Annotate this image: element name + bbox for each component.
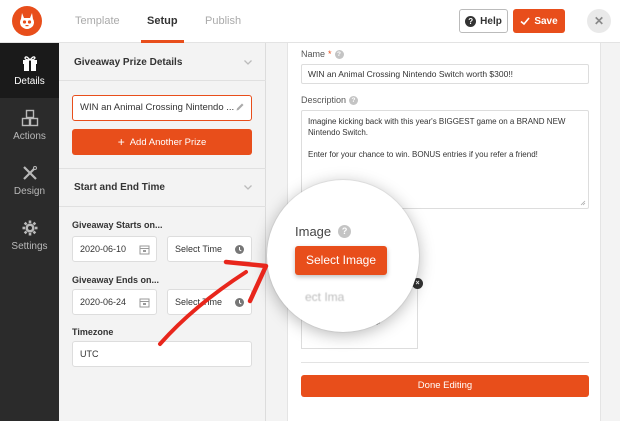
tab-setup[interactable]: Setup	[141, 0, 184, 43]
gift-icon	[22, 56, 37, 71]
help-icon[interactable]: ?	[334, 49, 344, 59]
sidebar-item-actions[interactable]: Actions	[0, 98, 59, 153]
app-logo[interactable]	[12, 6, 42, 36]
start-time-input[interactable]: Select Time	[167, 236, 252, 262]
clock-icon	[235, 298, 244, 307]
help-icon[interactable]: ?	[349, 95, 359, 105]
time-section-title: Start and End Time	[74, 182, 165, 193]
add-prize-label: Add Another Prize	[129, 136, 207, 148]
tab-template[interactable]: Template	[75, 0, 120, 43]
plus-icon: +	[117, 135, 125, 149]
timezone-label: Timezone	[72, 327, 114, 337]
calendar-icon	[139, 245, 150, 255]
select-image-button[interactable]: Select Image	[295, 246, 387, 275]
end-date-input[interactable]: 2020-06-24	[72, 289, 157, 315]
name-label-row: Name * ?	[301, 49, 344, 59]
end-date-value: 2020-06-24	[80, 297, 127, 307]
end-time-input[interactable]: Select Time	[167, 289, 252, 315]
sidebar-item-label: Actions	[13, 131, 46, 142]
name-label: Name	[301, 49, 326, 59]
starts-label: Giveaway Starts on...	[72, 220, 163, 230]
sidebar-item-label: Design	[13, 186, 46, 197]
rocket-mascot-icon	[20, 13, 34, 29]
sidebar-item-details[interactable]: Details	[0, 43, 59, 98]
design-tools-icon	[22, 166, 37, 180]
name-input[interactable]: WIN an Animal Crossing Nintendo Switch w…	[301, 64, 589, 84]
divider	[59, 168, 266, 169]
prize-input[interactable]: WIN an Animal Crossing Nintendo ...	[72, 95, 252, 121]
image-label-row: Image ?	[295, 224, 352, 239]
add-prize-button[interactable]: + Add Another Prize	[72, 129, 252, 155]
sidebar-item-design[interactable]: Design	[0, 153, 59, 208]
question-circle-icon: ?	[465, 15, 477, 27]
start-date-input[interactable]: 2020-06-10	[72, 236, 157, 262]
checkmark-icon	[520, 17, 530, 26]
sidebar-item-settings[interactable]: Settings	[0, 208, 59, 263]
sidebar-item-label: Settings	[11, 241, 48, 252]
end-time-placeholder: Select Time	[175, 297, 223, 307]
chevron-down-icon[interactable]	[243, 57, 253, 67]
image-label: Image	[295, 224, 332, 239]
ends-label: Giveaway Ends on...	[72, 275, 160, 285]
description-paragraph: Imagine kicking back with this year's BI…	[308, 117, 566, 137]
start-time-placeholder: Select Time	[175, 244, 223, 254]
cubes-icon	[21, 109, 38, 127]
thumbnail-ghost-text: ect Ima	[305, 290, 345, 304]
sidebar-item-label: Details	[14, 76, 45, 87]
top-bar: Template Setup Publish ? Help Save ✕	[0, 0, 620, 43]
save-button[interactable]: Save	[513, 9, 565, 33]
prize-input-value: WIN an Animal Crossing Nintendo ...	[80, 102, 235, 113]
divider	[301, 362, 589, 363]
clock-icon	[235, 245, 244, 254]
prize-section-title: Giveaway Prize Details	[74, 57, 183, 68]
required-mark: *	[328, 49, 332, 59]
pencil-icon[interactable]	[235, 102, 245, 112]
help-button-label: Help	[480, 15, 502, 27]
start-date-value: 2020-06-10	[80, 244, 127, 254]
calendar-icon	[139, 298, 150, 308]
divider	[59, 80, 266, 81]
description-paragraph: Enter for your chance to win. BONUS entr…	[308, 150, 538, 159]
name-input-value: WIN an Animal Crossing Nintendo Switch w…	[308, 69, 514, 79]
chevron-down-icon[interactable]	[243, 182, 253, 192]
magnifier-callout: Image ? Select Image ect Ima	[267, 180, 419, 332]
save-button-label: Save	[534, 15, 558, 27]
done-editing-button[interactable]: Done Editing	[301, 375, 589, 397]
timezone-select[interactable]: UTC	[72, 341, 252, 367]
tab-publish[interactable]: Publish	[205, 0, 241, 43]
settings-panel: Giveaway Prize Details WIN an Animal Cro…	[59, 43, 266, 421]
help-icon[interactable]: ?	[338, 225, 352, 238]
sidebar-nav: Details Actions Design Settings	[0, 43, 59, 421]
timezone-value: UTC	[80, 349, 99, 359]
description-label: Description	[301, 95, 347, 105]
description-label-row: Description ?	[301, 95, 359, 105]
gear-icon	[22, 220, 37, 236]
close-icon[interactable]: ✕	[587, 9, 611, 33]
resize-handle-icon[interactable]	[580, 200, 586, 206]
help-button[interactable]: ? Help	[459, 9, 508, 33]
divider	[59, 206, 266, 207]
